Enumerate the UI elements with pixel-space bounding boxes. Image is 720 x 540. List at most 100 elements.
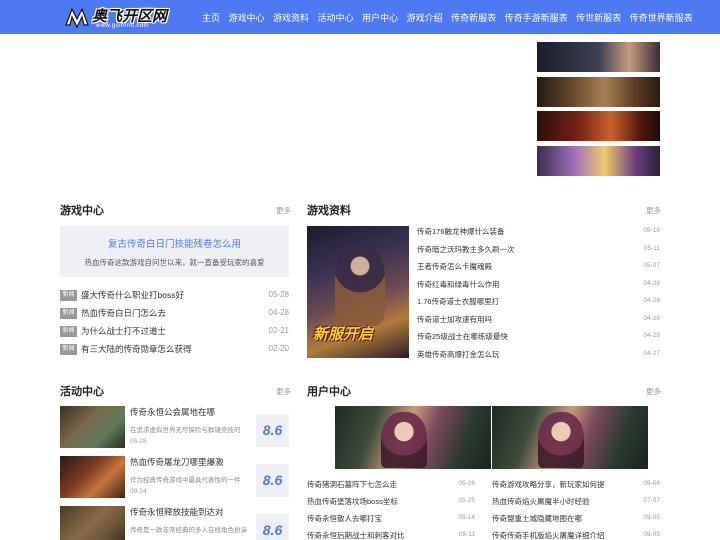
more-link-game-info[interactable]: 更多 [646, 205, 661, 216]
list-item[interactable]: 新闻 热血传奇白日门怎么去 04-28 [60, 306, 289, 324]
nav-item-game-center[interactable]: 游戏中心 [229, 11, 265, 24]
list-item[interactable]: 传奇永恒后期战士和刺客对比 05-11 [307, 528, 475, 540]
list-item-title[interactable]: 传奇红毒和绿毒什么作用 [417, 279, 500, 290]
rating-score: 8.6 [256, 514, 289, 540]
activity-date: 05-28 [130, 438, 147, 445]
list-item[interactable]: 英雄传奇高爆打金怎么玩 04-27 [417, 347, 660, 365]
list-item[interactable]: 传奇红毒和绿毒什么作用 04-28 [417, 277, 660, 295]
list-item-title[interactable]: 热血传奇白日门怎么去 [81, 307, 166, 319]
list-item[interactable]: 热血传奇堡落坟场boss坐标 05-25 [307, 494, 475, 511]
list-item[interactable]: 1.76传奇道士衣服哪里打 04-28 [417, 294, 660, 312]
list-item-title[interactable]: 传奇道士加攻速有用吗 [417, 314, 492, 325]
list-item-title[interactable]: 传奇176触龙神爆什么装备 [417, 226, 505, 237]
news-tag: 新闻 [60, 290, 77, 301]
character-figure [335, 246, 385, 326]
list-item[interactable]: 传奇游戏攻略分享，新玩家如何提 09-04 [492, 477, 660, 494]
more-link-user-center[interactable]: 更多 [646, 386, 661, 397]
news-tag: 新闻 [60, 326, 77, 337]
rating-score: 8.6 [256, 464, 289, 497]
activity-desc: 在追求虚拟世界无尽探险与群雄竞技的 [130, 427, 241, 434]
site-logo[interactable]: 奥飞开区网 www.gsmrmf.com [62, 4, 182, 30]
list-item[interactable]: 传奇盟重土城隐藏地图在哪 09-05 [492, 511, 660, 528]
activity-item[interactable]: 热血传奇屠龙刀哪里爆激 作为经典传奇游戏中最具代表性的一件 09-24 8.6 [60, 456, 289, 506]
banner-thumbnail[interactable] [537, 42, 660, 72]
activity-item[interactable]: 传奇永恒公会属地在哪 在追求虚拟世界无尽探险与群雄竞技的 05-28 8.6 [60, 406, 289, 456]
new-server-badge: 新服开启 [313, 326, 374, 343]
nav-item-home[interactable]: 主页 [202, 11, 220, 24]
list-item-title[interactable]: 传奇盟重土城隐藏地图在哪 [492, 513, 582, 524]
banner-thumbnail[interactable] [537, 111, 660, 141]
list-item[interactable]: 传奇暗之沃玛教主多久刷一次 05-11 [417, 242, 660, 260]
user-center-image-left[interactable] [335, 406, 491, 469]
list-item-title[interactable]: 为什么战士打不过道士 [81, 325, 166, 337]
list-item-title[interactable]: 盛大传奇什么职业打boss好 [81, 289, 184, 301]
banner-thumbnail[interactable] [537, 145, 660, 176]
activity-desc: 作为经典传奇游戏中最具代表性的一件 [130, 477, 241, 484]
news-tag: 新闻 [60, 344, 77, 355]
list-item-date: 05-18 [643, 227, 660, 234]
user-center-image-right[interactable] [492, 406, 648, 469]
list-item[interactable]: 传奇176触龙神爆什么装备 05-18 [417, 224, 660, 242]
nav-item-chuanqi-new-servers[interactable]: 传奇新服表 [451, 11, 496, 24]
activity-title[interactable]: 传奇永恒公会属地在哪 [130, 406, 215, 418]
featured-article-title[interactable]: 复古传奇白日门技能残卷怎么用 [60, 236, 289, 250]
nav-item-game-info[interactable]: 游戏资料 [273, 11, 309, 24]
activity-item[interactable]: 传奇永恒释放技能到达对 传奇是一款非常经典的多人在线角色扮演 8.6 [60, 506, 289, 540]
list-item[interactable]: 新闻 为什么战士打不过道士 02-21 [60, 324, 289, 342]
activity-thumbnail[interactable] [60, 406, 125, 448]
more-link-activity-center[interactable]: 更多 [276, 386, 291, 397]
banner-slideshow[interactable] [60, 40, 530, 180]
activity-date: 09-24 [130, 488, 147, 495]
game-info-image[interactable]: 新服开启 [307, 226, 409, 358]
list-item[interactable]: 新闻 盛大传奇什么职业打boss好 05-28 [60, 288, 289, 306]
list-item[interactable]: 传奇传奇手机版焰火屠魔详细介绍 09-05 [492, 528, 660, 540]
user-center-list-right: 传奇游戏攻略分享，新玩家如何提 09-04 热血传奇焰火屠魔半小时经验 07-07 … [492, 477, 660, 540]
list-item-date: 02-21 [268, 326, 289, 335]
section-title-game-info: 游戏资料 [307, 205, 351, 217]
list-item-title[interactable]: 1.76传奇道士衣服哪里打 [417, 296, 499, 307]
nav-item-user-center[interactable]: 用户中心 [362, 11, 398, 24]
activity-title[interactable]: 热血传奇屠龙刀哪里爆激 [130, 456, 224, 468]
list-item-date: 05-28 [268, 290, 289, 299]
list-item[interactable]: 传奇25级战士在哪练级最快 04-28 [417, 329, 660, 347]
list-item-date: 04-27 [643, 349, 660, 357]
activity-title[interactable]: 传奇永恒释放技能到达对 [130, 506, 224, 518]
list-item-title[interactable]: 热血传奇焰火屠魔半小时经验 [492, 496, 590, 507]
activity-thumbnail[interactable] [60, 456, 125, 498]
list-item-title[interactable]: 王者传奇怎么卡魔魂殿 [417, 261, 492, 272]
user-center-list-left: 传奇猪洞石墓阵下七怎么走 05-26 热血传奇堡落坟场boss坐标 05-25 传奇… [307, 477, 475, 540]
list-item-title[interactable]: 传奇暗之沃玛教主多久刷一次 [417, 244, 515, 255]
nav-item-activity-center[interactable]: 活动中心 [318, 11, 354, 24]
top-navbar: 奥飞开区网 www.gsmrmf.com 主页 游戏中心 游戏资料 活动中心 用… [0, 0, 720, 34]
list-item-title[interactable]: 传奇25级战士在哪练级最快 [417, 331, 508, 342]
list-item-title[interactable]: 英雄传奇高爆打金怎么玩 [417, 349, 500, 360]
list-item-date: 04-28 [643, 332, 660, 339]
list-item-title[interactable]: 传奇游戏攻略分享，新玩家如何提 [492, 479, 605, 490]
activity-desc: 传奇是一款非常经典的多人在线角色扮演 [130, 527, 247, 534]
activity-thumbnail[interactable] [60, 506, 125, 540]
list-item-date: 05-07 [643, 262, 660, 269]
list-item[interactable]: 王者传奇怎么卡魔魂殿 05-07 [417, 259, 660, 277]
list-item-title[interactable]: 有三大陆的传奇勋章怎么获得 [81, 343, 192, 355]
list-item[interactable]: 传奇猪洞石墓阵下七怎么走 05-26 [307, 477, 475, 494]
list-item[interactable]: 传奇永恒散人去哪打宝 05-14 [307, 511, 475, 528]
nav-item-chuanqi-world-new-servers[interactable]: 传奇世界新服表 [630, 11, 693, 24]
list-item-title[interactable]: 热血传奇堡落坟场boss坐标 [307, 496, 398, 507]
list-item-date: 04-28 [643, 314, 660, 322]
featured-article[interactable]: 复古传奇白日门技能残卷怎么用 热血传奇这款游戏自问世以来，就一直备受玩家的喜爱 [60, 226, 289, 277]
nav-item-game-intro[interactable]: 游戏介绍 [407, 11, 443, 24]
list-item[interactable]: 传奇道士加攻速有用吗 04-28 [417, 312, 660, 330]
news-tag: 新闻 [60, 308, 77, 319]
banner-thumbnail[interactable] [537, 76, 660, 107]
more-link-game-center[interactable]: 更多 [276, 205, 291, 216]
list-item[interactable]: 热血传奇焰火屠魔半小时经验 07-07 [492, 494, 660, 511]
game-center-list: 新闻 盛大传奇什么职业打boss好 05-28 新闻 热血传奇白日门怎么去 04… [60, 288, 289, 360]
list-item[interactable]: 新闻 有三大陆的传奇勋章怎么获得 02-20 [60, 342, 289, 360]
game-info-list: 传奇176触龙神爆什么装备 05-18 传奇暗之沃玛教主多久刷一次 05-11 王者… [417, 224, 660, 364]
list-item-title[interactable]: 传奇永恒后期战士和刺客对比 [307, 530, 405, 540]
list-item-title[interactable]: 传奇猪洞石墓阵下七怎么走 [307, 479, 397, 490]
nav-item-mobile-new-servers[interactable]: 传奇手游新服表 [505, 11, 568, 24]
list-item-title[interactable]: 传奇传奇手机版焰火屠魔详细介绍 [492, 530, 605, 540]
nav-item-chuanshi-new-servers[interactable]: 传世新服表 [576, 11, 621, 24]
list-item-title[interactable]: 传奇永恒散人去哪打宝 [307, 513, 382, 524]
